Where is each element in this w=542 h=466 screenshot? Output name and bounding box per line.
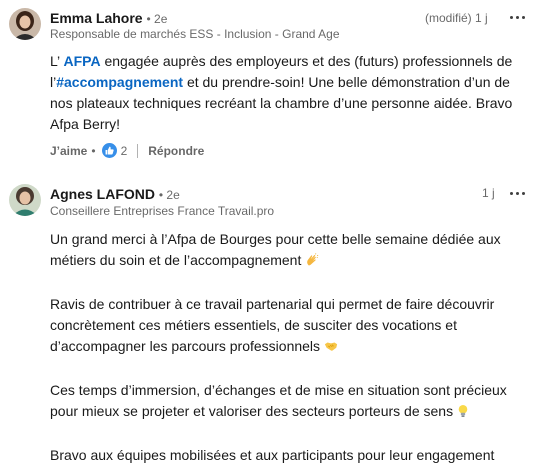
reply-button[interactable]: Répondre (148, 144, 204, 158)
paragraph: Un grand merci à l’Afpa de Bourges pour … (50, 229, 520, 273)
dot-icon (509, 15, 513, 19)
handshake-icon (324, 338, 338, 359)
author-headline: Responsable de marchés ESS - Inclusion -… (50, 27, 340, 41)
connection-degree: • 2e (146, 12, 168, 26)
avatar-photo (9, 184, 41, 216)
author-headline: Conseillere Entreprises France Travail.p… (50, 204, 275, 218)
more-options-button[interactable] (507, 9, 527, 25)
hashtag-link[interactable]: #accompagnement (56, 74, 183, 90)
comment-agnes-lafond: Agnes LAFOND • 2e Conseillere Entreprise… (0, 176, 542, 463)
comment-time: 1 j (482, 186, 495, 200)
connection-degree: • 2e (158, 188, 180, 202)
thumbs-up-icon (105, 146, 114, 155)
divider (137, 143, 139, 158)
dot-icon (509, 191, 513, 195)
comment-time: 1 j (475, 11, 488, 25)
avatar[interactable] (9, 8, 41, 40)
text-segment: Bravo aux équipes mobilisées et aux part… (50, 447, 495, 463)
text-segment: Ravis de contribuer à ce travail partena… (50, 296, 495, 354)
dot-icon (521, 15, 525, 19)
like-button[interactable]: J’aime (50, 144, 87, 158)
paragraph: Ravis de contribuer à ce travail partena… (50, 294, 520, 359)
comment-meta: (modifié) 1 j (425, 11, 488, 25)
text-segment: Ces temps d’immersion, d’échanges et de … (50, 382, 507, 419)
like-reaction-icon[interactable] (101, 143, 117, 158)
light-bulb-icon (457, 403, 469, 424)
dot-icon (521, 191, 525, 195)
clapping-hands-icon (305, 252, 319, 273)
comment-emma-lahore: Emma Lahore • 2e Responsable de marchés … (0, 0, 542, 170)
mention-link[interactable]: AFPA (64, 53, 101, 69)
reaction-count[interactable]: 2 (121, 144, 128, 158)
comment-actions: J’aime • 2 Répondre (50, 143, 204, 158)
separator-dot: • (91, 143, 96, 158)
more-options-button[interactable] (507, 185, 527, 201)
author-name[interactable]: Agnes LAFOND (50, 186, 155, 202)
paragraph: Ces temps d’immersion, d’échanges et de … (50, 380, 520, 424)
comment-body: L’ AFPA engagée auprès des employeurs et… (50, 51, 520, 135)
avatar[interactable] (9, 184, 41, 216)
dot-icon (515, 15, 519, 19)
edited-label: (modifié) (425, 11, 472, 25)
avatar-photo (9, 8, 41, 40)
text-segment: Un grand merci à l’Afpa de Bourges pour … (50, 231, 501, 268)
text-segment: L’ (50, 53, 64, 69)
author-line: Emma Lahore • 2e (50, 10, 167, 26)
comment-body: Un grand merci à l’Afpa de Bourges pour … (50, 229, 520, 466)
author-line: Agnes LAFOND • 2e (50, 186, 180, 202)
paragraph: Bravo aux équipes mobilisées et aux part… (50, 445, 520, 466)
author-name[interactable]: Emma Lahore (50, 10, 143, 26)
dot-icon (515, 191, 519, 195)
